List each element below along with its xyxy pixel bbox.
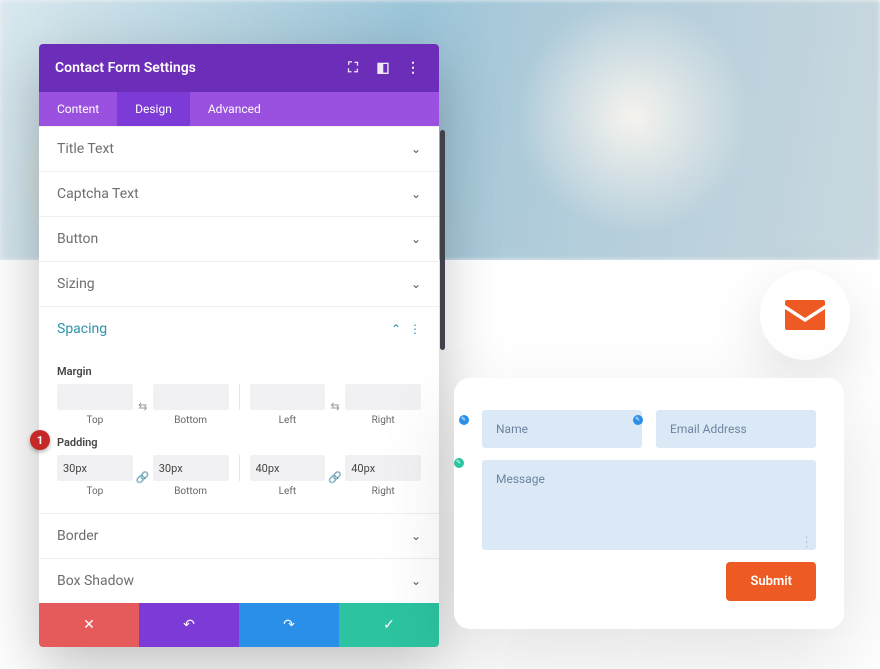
margin-group: Margin Top ⇆ Bottom Left [57,365,421,426]
redo-button[interactable]: ↷ [239,603,339,647]
padding-right-label: Right [372,486,395,497]
chevron-down-icon: ⌄ [411,142,421,156]
chevron-down-icon: ⌄ [411,277,421,291]
check-icon: ✓ [383,617,395,633]
section-sizing[interactable]: Sizing ⌄ [39,261,439,306]
margin-top-label: Top [86,415,103,426]
divider [239,455,240,481]
chevron-down-icon: ⌄ [411,574,421,588]
edit-dot-icon[interactable] [633,415,643,425]
section-button[interactable]: Button ⌄ [39,216,439,261]
divider [239,384,240,410]
background-scrollbar[interactable] [440,130,445,350]
padding-title: Padding [57,436,421,449]
settings-modal: Contact Form Settings ⛶ ◧ ⋮ Content Desi… [39,44,439,647]
section-label: Title Text [57,141,411,157]
padding-left-label: Left [279,486,296,497]
section-label: Spacing [57,321,391,337]
section-label: Border [57,528,411,544]
margin-bottom-input[interactable] [153,384,229,410]
mail-icon [785,300,825,330]
section-spacing[interactable]: Spacing ⌃ ⋮ [39,306,439,351]
email-field[interactable]: Email Address [656,410,816,448]
link-icon[interactable]: 🔗 [133,468,153,484]
padding-bottom-input[interactable] [153,455,229,481]
section-label: Sizing [57,276,411,292]
edit-dot-icon[interactable] [459,415,469,425]
undo-button[interactable]: ↶ [139,603,239,647]
section-captcha-text[interactable]: Captcha Text ⌄ [39,171,439,216]
margin-left-input[interactable] [250,384,326,410]
message-field[interactable]: Message ⋰ [482,460,816,550]
modal-footer: ✕ ↶ ↷ ✓ [39,603,439,647]
close-icon: ✕ [83,617,95,633]
name-field[interactable]: Name [482,410,642,448]
link-icon[interactable]: ⇆ [133,397,153,413]
link-icon[interactable]: ⇆ [325,397,345,413]
margin-left-label: Left [279,415,296,426]
modal-title: Contact Form Settings [55,60,333,76]
chevron-up-icon: ⌃ [391,322,401,336]
edit-dot-icon[interactable] [454,458,464,468]
tab-advanced[interactable]: Advanced [190,92,279,126]
tab-bar: Content Design Advanced [39,92,439,126]
margin-right-input[interactable] [345,384,421,410]
section-label: Box Shadow [57,573,411,589]
section-title-text[interactable]: Title Text ⌄ [39,126,439,171]
padding-left-input[interactable] [250,455,326,481]
chevron-down-icon: ⌄ [411,529,421,543]
section-label: Button [57,231,411,247]
section-border[interactable]: Border ⌄ [39,513,439,558]
padding-right-input[interactable] [345,455,421,481]
section-label: Captcha Text [57,186,411,202]
chevron-down-icon: ⌄ [411,232,421,246]
spacing-controls: Margin Top ⇆ Bottom Left [39,351,439,513]
chevron-down-icon: ⌄ [411,187,421,201]
redo-icon: ↷ [283,617,295,633]
email-placeholder: Email Address [670,422,747,436]
tab-design[interactable]: Design [117,92,190,126]
section-options-icon[interactable]: ⋮ [409,322,421,336]
padding-group: Padding Top 🔗 Bottom Left [57,436,421,497]
panel-body: Title Text ⌄ Captcha Text ⌄ Button ⌄ Siz… [39,126,439,603]
callout-badge-1: 1 [30,430,50,450]
save-button[interactable]: ✓ [339,603,439,647]
layout-icon[interactable]: ◧ [373,58,393,78]
padding-top-label: Top [86,486,103,497]
padding-top-input[interactable] [57,455,133,481]
message-placeholder: Message [496,472,545,486]
mail-icon-circle [760,270,850,360]
margin-right-label: Right [372,415,395,426]
name-placeholder: Name [496,422,528,436]
cancel-button[interactable]: ✕ [39,603,139,647]
resize-handle-icon[interactable]: ⋰ [800,535,815,550]
margin-title: Margin [57,365,421,378]
padding-bottom-label: Bottom [174,486,207,497]
link-icon[interactable]: 🔗 [325,468,345,484]
section-box-shadow[interactable]: Box Shadow ⌄ [39,558,439,603]
undo-icon: ↶ [183,617,195,633]
modal-header: Contact Form Settings ⛶ ◧ ⋮ [39,44,439,92]
tab-content[interactable]: Content [39,92,117,126]
margin-bottom-label: Bottom [174,415,207,426]
kebab-menu-icon[interactable]: ⋮ [403,58,423,78]
contact-form-card: Name Email Address Message ⋰ Submit [454,378,844,629]
margin-top-input[interactable] [57,384,133,410]
expand-icon[interactable]: ⛶ [343,58,363,78]
submit-button[interactable]: Submit [726,562,816,601]
